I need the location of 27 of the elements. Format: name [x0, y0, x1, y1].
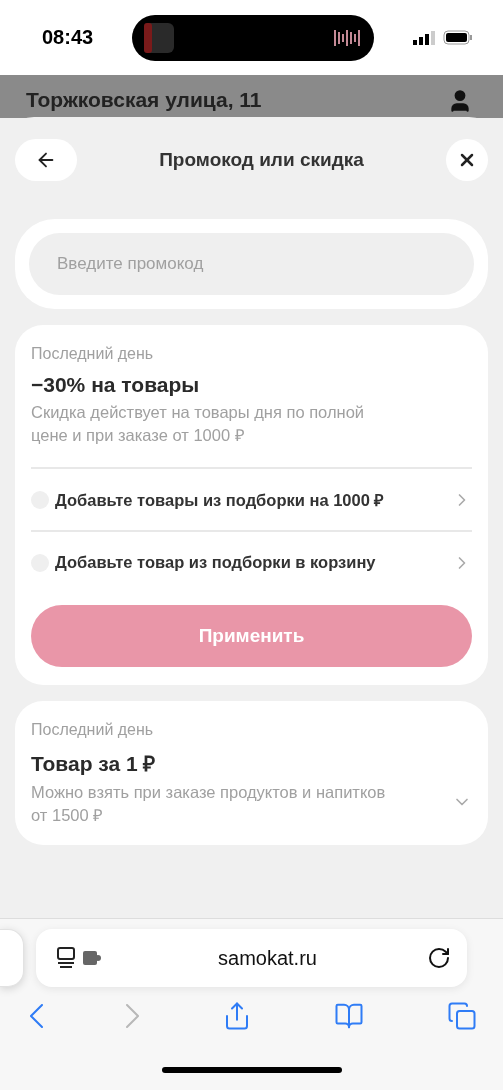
address-label: Торжковская улица, 11: [26, 88, 262, 113]
offer-title: Товар за 1 ₽: [31, 751, 157, 777]
condition-item[interactable]: Добавьте товар из подборки в корзину: [31, 530, 472, 593]
promo-code-field[interactable]: Введите промокод: [29, 233, 474, 295]
chevron-left-icon: [30, 1004, 43, 1028]
offer-description: Скидка действует на товары дня по полной цене и при заказе от 1000 ₽: [31, 402, 366, 446]
sheet-title: Промокод или скидка: [159, 149, 364, 171]
tabs-button[interactable]: [447, 1001, 477, 1031]
album-art-icon: [144, 22, 175, 53]
condition-label: Добавьте товары из подборки на 1000 ₽: [55, 490, 386, 511]
offer-title: −30% на товары: [31, 373, 201, 397]
close-button[interactable]: [446, 139, 488, 181]
offer-tag: Последний день: [31, 345, 472, 363]
condition-item[interactable]: Добавьте товары из подборки на 1000 ₽: [31, 467, 472, 530]
back-button[interactable]: [15, 139, 77, 181]
reload-icon[interactable]: [427, 946, 451, 970]
offer-description: Можно взять при заказе продуктов и напитков от 1500 ₽: [31, 782, 387, 826]
chevron-right-icon: [125, 1004, 139, 1028]
url-text: samokat.ru: [217, 946, 318, 970]
signal-icon: [413, 30, 435, 45]
status-time: 08:43: [42, 26, 94, 49]
address-bar[interactable]: samokat.ru: [36, 929, 467, 987]
condition-label: Добавьте товар из подборки в корзину: [55, 553, 377, 572]
battery-icon: [443, 30, 473, 45]
bookmarks-button[interactable]: [334, 1001, 365, 1031]
offer-tag: Последний день: [31, 721, 472, 739]
back-nav-button[interactable]: [30, 1004, 43, 1028]
